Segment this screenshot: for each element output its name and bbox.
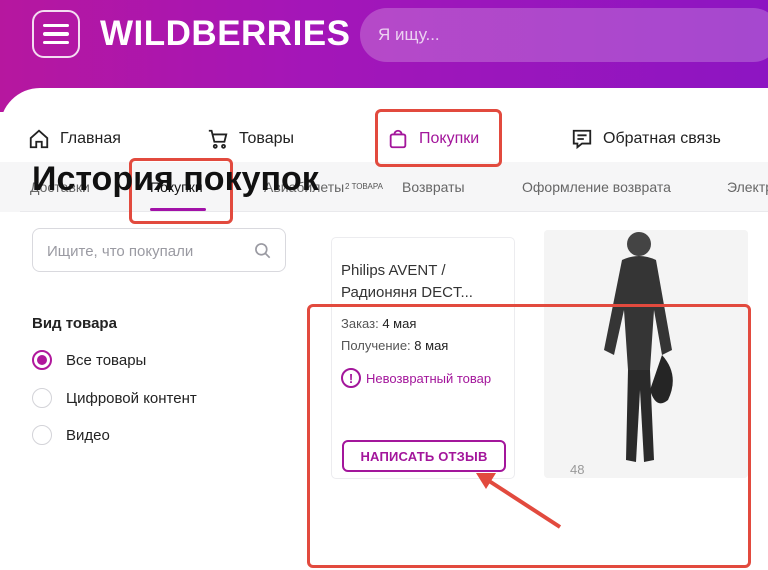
radio-checked-icon[interactable] [32,350,52,370]
filter-option-all[interactable]: Все товары [32,350,146,370]
nav-home[interactable]: Главная [28,116,121,162]
menu-icon [43,23,69,28]
annotation-arrow-icon [476,473,562,529]
home-icon [29,129,49,149]
search-icon[interactable] [253,241,273,261]
logo[interactable]: WILDBERRIES [100,14,351,54]
filter-title: Вид товара [32,315,117,332]
item-count: 2 ТОВАРА [345,182,383,191]
feedback-icon [572,129,592,150]
page-title: История покупок [32,160,319,198]
nav-feedback[interactable]: Обратная связь [571,116,721,162]
menu-button[interactable] [32,10,80,58]
tab-returns[interactable]: Возвраты [402,179,465,195]
annotation-box-nav [375,109,502,167]
tab-return-form[interactable]: Оформление возврата [522,179,671,195]
filter-option-video[interactable]: Видео [32,425,110,445]
cart-icon [208,129,228,149]
tab-electronic[interactable]: Электр [727,179,768,195]
purchase-search-input[interactable]: Ищите, что покупали [32,228,286,272]
radio-icon[interactable] [32,388,52,408]
search-input[interactable]: Я ищу... [360,8,768,62]
product-name[interactable]: Philips AVENT / Радионяня DECT... [341,260,473,304]
radio-icon[interactable] [32,425,52,445]
filter-option-digital[interactable]: Цифровой контент [32,388,197,408]
nav-products[interactable]: Товары [207,116,294,162]
